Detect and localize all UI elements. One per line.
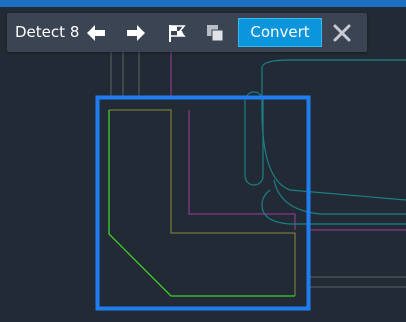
close-button[interactable] bbox=[329, 20, 355, 46]
teal-shapes bbox=[244, 59, 406, 225]
olive-lines bbox=[109, 109, 296, 296]
selection-box[interactable] bbox=[95, 95, 311, 311]
arrow-right-icon bbox=[127, 25, 145, 41]
copy-icon bbox=[207, 25, 224, 42]
arrow-left-icon bbox=[87, 25, 105, 41]
detect-label: Detect 8 bbox=[15, 13, 79, 52]
grey-guide-lines bbox=[110, 52, 406, 288]
flag-icon bbox=[169, 25, 186, 42]
close-icon bbox=[333, 24, 351, 42]
previous-button[interactable] bbox=[83, 20, 109, 46]
detect-toolbar: Detect 8 Convert bbox=[7, 13, 367, 52]
copy-button[interactable] bbox=[202, 20, 228, 46]
flag-button[interactable] bbox=[164, 20, 190, 46]
detect-text: Detect bbox=[15, 23, 66, 41]
convert-button[interactable]: Convert bbox=[238, 18, 322, 47]
detected-outline bbox=[108, 110, 295, 297]
next-button[interactable] bbox=[123, 20, 149, 46]
detect-count: 8 bbox=[69, 23, 80, 41]
